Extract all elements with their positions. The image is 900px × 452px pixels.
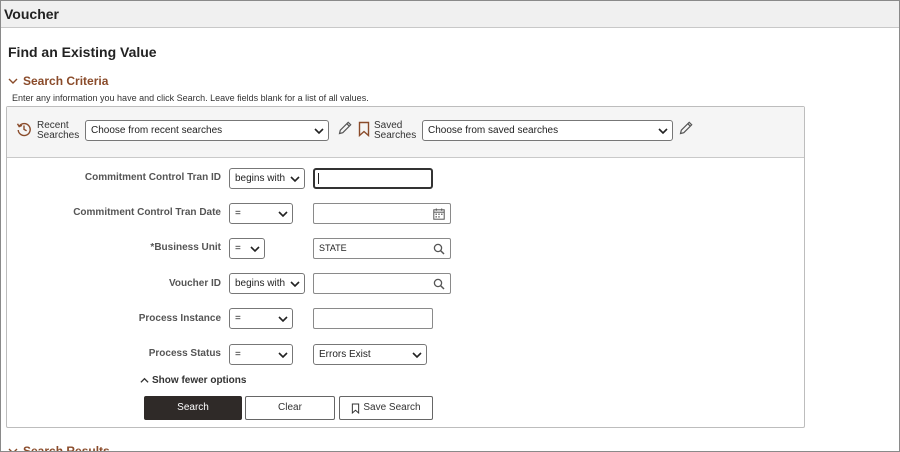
business-unit-operator-select[interactable]: = [229,238,265,259]
search-results-toggle[interactable]: Search Results [8,444,110,452]
text-caret [318,173,319,184]
chevron-down-icon [278,211,288,218]
chevron-down-icon [278,352,288,359]
search-criteria-toggle[interactable]: Search Criteria [8,74,108,88]
chevron-down-icon [412,352,422,359]
voucher-id-input[interactable] [313,273,451,294]
voucher-window: Voucher Find an Existing Value Search Cr… [0,0,900,452]
recent-searches-label: Recent Searches [37,120,80,141]
chevron-up-icon [140,377,149,383]
chevron-down-icon [658,128,668,135]
process-instance-input[interactable] [313,308,433,329]
process-status-select[interactable]: Errors Exist [313,344,427,365]
search-instructions: Enter any information you have and click… [12,93,369,103]
search-criteria-heading: Search Criteria [23,74,109,88]
saved-searches-bar: Recent Searches Choose from recent searc… [7,107,804,158]
voucher-id-label: Voucher ID [168,278,221,289]
business-unit-input[interactable]: STATE [313,238,451,259]
history-icon [16,122,31,137]
tran-date-operator-select[interactable]: = [229,203,293,224]
tran-date-label: Commitment Control Tran Date [73,207,221,218]
show-fewer-options-link[interactable]: Show fewer options [140,375,246,386]
voucher-id-operator-select[interactable]: begins with [229,273,305,294]
window-titlebar: Voucher [1,1,899,28]
window-title: Voucher [4,6,59,22]
chevron-down-icon [8,78,18,84]
edit-recent-searches-icon[interactable] [337,120,353,136]
tran-date-input[interactable] [313,203,451,224]
save-search-button[interactable]: Save Search [339,396,433,420]
chevron-down-icon [8,448,18,451]
chevron-down-icon [250,246,260,253]
search-button[interactable]: Search [144,396,242,420]
bookmark-icon [358,121,370,137]
search-icon[interactable] [433,278,445,290]
process-instance-label: Process Instance [138,313,221,324]
tran-id-label: Commitment Control Tran ID [84,172,221,183]
bookmark-icon [352,403,360,414]
edit-saved-searches-icon[interactable] [678,120,694,136]
chevron-down-icon [290,281,300,288]
tran-id-operator-select[interactable]: begins with [229,168,305,189]
search-criteria-panel: Recent Searches Choose from recent searc… [6,106,805,428]
tran-id-input[interactable] [313,168,433,189]
chevron-down-icon [314,128,324,135]
saved-searches-label: Saved Searches [374,120,417,141]
process-status-label: Process Status [148,348,221,359]
chevron-down-icon [290,176,300,183]
business-unit-label: *Business Unit [150,242,221,253]
saved-searches-select[interactable]: Choose from saved searches [422,120,673,141]
page-title: Find an Existing Value [8,44,157,60]
recent-searches-select[interactable]: Choose from recent searches [85,120,329,141]
calendar-icon[interactable] [433,208,445,220]
search-results-heading: Search Results [23,444,110,452]
process-instance-operator-select[interactable]: = [229,308,293,329]
clear-button[interactable]: Clear [245,396,335,420]
process-status-operator-select[interactable]: = [229,344,293,365]
search-icon[interactable] [433,243,445,255]
chevron-down-icon [278,316,288,323]
